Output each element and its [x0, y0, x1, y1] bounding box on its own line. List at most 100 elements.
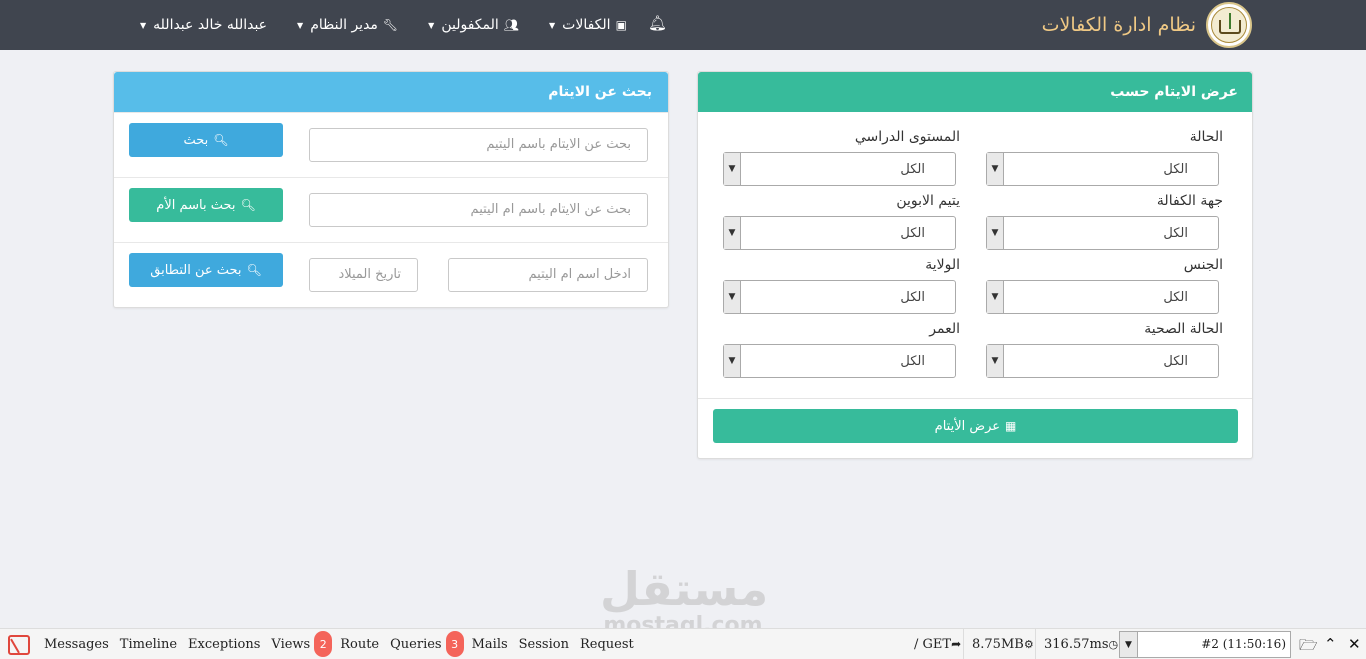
button-label: بحث عن التطابق — [150, 262, 242, 278]
search-icon: 🔍︎ — [213, 133, 229, 147]
nav-item-sponsored[interactable]: 👥︎ المكفولين ▼ — [428, 17, 519, 33]
search-by-name-row: بحث عن الايتام باسم اليتيم 🔍︎ بحث — [114, 112, 668, 177]
money-icon: ▣ — [615, 18, 627, 32]
panel-title: بحث عن الايتام — [114, 72, 668, 112]
show-orphans-button[interactable]: ▦ عرض الأيتام — [713, 409, 1238, 443]
panel-title: عرض الايتام حسب — [698, 72, 1252, 112]
search-icon: 🔍︎ — [240, 198, 256, 212]
chevron-down-icon: ▼ — [987, 153, 1004, 185]
tab-session[interactable]: Session — [519, 637, 569, 652]
nav-item-user-menu[interactable]: عبدالله خالد عبدالله ▼ — [140, 17, 267, 33]
tab-exceptions[interactable]: Exceptions — [188, 637, 260, 652]
bell-icon[interactable]: 🔔︎ — [648, 14, 667, 32]
search-by-mother-row: بحث عن الايتام باسم ام اليتيم 🔍︎ بحث باس… — [114, 177, 668, 242]
tab-messages[interactable]: Messages — [44, 637, 109, 652]
orphan-name-search-input[interactable]: بحث عن الايتام باسم اليتيم — [309, 128, 648, 162]
nav-item-label: الكفالات — [562, 17, 611, 33]
caret-down-icon: ▼ — [549, 20, 556, 30]
time-value: 316.57ms — [1044, 636, 1109, 652]
education-level-select[interactable]: ▼ الكل — [723, 152, 956, 186]
route-method: GET — [922, 636, 952, 652]
button-label: عرض الأيتام — [934, 418, 1001, 434]
top-navbar: نظام ادارة الكفالات 🔔︎ ▣ الكفالات ▼ 👥︎ ا… — [0, 0, 1366, 50]
share-icon: ➦ — [951, 637, 962, 651]
chevron-down-icon: ▼ — [724, 281, 741, 313]
state-label: الولاية — [925, 257, 960, 273]
mother-name-search-input[interactable]: بحث عن الايتام باسم ام اليتيم — [309, 193, 648, 227]
brand[interactable]: نظام ادارة الكفالات — [1042, 2, 1252, 48]
caret-down-icon: ▼ — [428, 20, 435, 30]
chevron-down-icon: ▼ — [724, 345, 741, 377]
divider — [698, 398, 1252, 399]
debug-bar: Messages Timeline Exceptions Views 2 Rout… — [0, 628, 1366, 659]
chevron-down-icon: ▼ — [1120, 632, 1138, 657]
tab-timeline[interactable]: Timeline — [120, 637, 177, 652]
chevron-down-icon: ▼ — [724, 217, 741, 249]
folder-open-icon[interactable]: 🗁 — [1299, 635, 1318, 659]
education-level-label: المستوى الدراسي — [854, 129, 960, 145]
double-orphan-label: يتيم الابوين — [896, 193, 960, 209]
age-label: العمر — [929, 321, 960, 337]
tab-queries[interactable]: Queries 3 — [390, 631, 464, 657]
nav-item-sponsorships[interactable]: ▣ الكفالات ▼ — [549, 17, 627, 33]
health-status-label: الحالة الصحية — [1144, 321, 1223, 337]
route-path: / — [914, 636, 919, 652]
nav-item-system-admin[interactable]: 🔧︎ مدير النظام ▼ — [297, 17, 398, 33]
memory-value: 8.75MB — [972, 636, 1024, 652]
search-by-mother-button[interactable]: 🔍︎ بحث باسم الأم — [129, 188, 283, 222]
watermark: مستقل mostaql.com — [600, 562, 769, 637]
gender-label: الجنس — [1183, 257, 1223, 273]
caret-down-icon: ▼ — [140, 20, 147, 30]
cogs-icon: ⚙ — [1023, 637, 1034, 651]
users-icon: 👥︎ — [503, 18, 519, 32]
match-search-button[interactable]: 🔍︎ بحث عن التطابق — [129, 253, 283, 287]
search-orphans-panel: بحث عن الايتام بحث عن الايتام باسم اليتي… — [113, 71, 669, 308]
watermark-arabic: مستقل — [600, 562, 769, 616]
count-badge: 3 — [445, 631, 464, 657]
button-label: بحث باسم الأم — [156, 197, 236, 213]
chevron-down-icon: ▼ — [987, 217, 1004, 249]
wrench-icon: 🔧︎ — [382, 18, 399, 32]
nav-item-label: المكفولين — [441, 17, 499, 33]
button-label: بحث — [183, 132, 209, 148]
caret-down-icon: ▼ — [297, 20, 304, 30]
clock-icon: ◷ — [1108, 637, 1119, 651]
chevron-down-icon: ▼ — [987, 345, 1004, 377]
tab-route[interactable]: Route — [340, 637, 379, 652]
nav-item-label: مدير النظام — [310, 17, 378, 33]
route-indicator: / GET ➦ — [906, 629, 961, 659]
tab-request[interactable]: Request — [580, 637, 634, 652]
mother-name-input[interactable]: ادخل اسم ام اليتيم — [448, 258, 648, 292]
sponsor-select[interactable]: ▼ الكل — [986, 216, 1219, 250]
debugbar-logo-icon[interactable] — [8, 635, 30, 655]
gender-select[interactable]: ▼ الكل — [986, 280, 1219, 314]
status-label: الحالة — [1189, 129, 1223, 145]
count-badge: 2 — [314, 631, 333, 657]
nav-menu: ▣ الكفالات ▼ 👥︎ المكفولين ▼ 🔧︎ مدير النظ… — [110, 0, 627, 50]
close-icon[interactable]: ✕ — [1348, 635, 1361, 653]
tab-views[interactable]: Views 2 — [271, 631, 333, 657]
time-indicator: 316.57ms ◷ — [1035, 629, 1118, 659]
table-icon: ▦ — [1005, 419, 1017, 433]
sponsor-label: جهة الكفالة — [1156, 193, 1223, 209]
status-select[interactable]: ▼ الكل — [986, 152, 1219, 186]
state-select[interactable]: ▼ الكل — [723, 280, 956, 314]
memory-indicator: 8.75MB ⚙ — [963, 629, 1034, 659]
match-search-row: ادخل اسم ام اليتيم تاريخ الميلاد 🔍︎ بحث … — [114, 242, 668, 307]
age-select[interactable]: ▼ الكل — [723, 344, 956, 378]
search-icon: 🔍︎ — [246, 263, 262, 277]
health-status-select[interactable]: ▼ الكل — [986, 344, 1219, 378]
chevron-down-icon: ▼ — [724, 153, 741, 185]
logo-icon — [1206, 2, 1252, 48]
debugbar-tabs: Messages Timeline Exceptions Views 2 Rout… — [44, 629, 645, 659]
birthdate-input[interactable]: تاريخ الميلاد — [309, 258, 418, 292]
user-name: عبدالله خالد عبدالله — [153, 17, 268, 33]
chevron-down-icon: ▼ — [987, 281, 1004, 313]
search-button[interactable]: 🔍︎ بحث — [129, 123, 283, 157]
chevron-up-icon[interactable]: ⌃ — [1324, 635, 1337, 653]
brand-title: نظام ادارة الكفالات — [1041, 14, 1196, 36]
filter-orphans-panel: عرض الايتام حسب الحالة المستوى الدراسي ▼… — [697, 71, 1253, 459]
tab-mails[interactable]: Mails — [472, 637, 508, 652]
double-orphan-select[interactable]: ▼ الكل — [723, 216, 956, 250]
request-select[interactable]: ▼ #2 (11:50:16) — [1119, 631, 1291, 658]
